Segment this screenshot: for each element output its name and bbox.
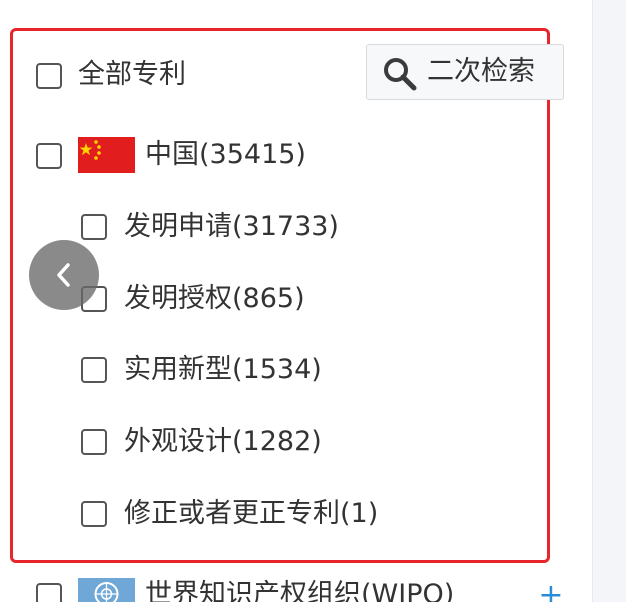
wipo-flag-icon xyxy=(78,578,135,602)
right-gutter xyxy=(592,0,626,602)
patent-filter-panel: 全部专利 二次检索 中国(35415) 发明申请(31733) 发明授权(865… xyxy=(0,0,626,602)
wipo-count-label: 世界知识产权组织(WIPO) xyxy=(145,579,455,602)
type-checkbox-correction[interactable] xyxy=(81,501,107,527)
china-flag-icon xyxy=(78,137,135,173)
all-patents-checkbox[interactable] xyxy=(36,63,62,89)
secondary-search-label: 二次检索 xyxy=(427,56,535,87)
type-label-utility-model: 实用新型(1534) xyxy=(124,354,322,385)
type-checkbox-utility-model[interactable] xyxy=(81,357,107,383)
back-button[interactable] xyxy=(29,240,99,310)
china-count-label: 中国(35415) xyxy=(145,139,306,170)
all-patents-label: 全部专利 xyxy=(78,59,186,90)
china-checkbox[interactable] xyxy=(36,143,62,169)
type-label-design: 外观设计(1282) xyxy=(124,426,322,457)
type-checkbox-invention-application[interactable] xyxy=(81,214,107,240)
type-label-invention-grant: 发明授权(865) xyxy=(124,283,305,314)
plus-icon[interactable]: + xyxy=(538,581,564,602)
search-icon xyxy=(381,55,419,93)
chevron-left-icon xyxy=(57,263,70,287)
type-checkbox-design[interactable] xyxy=(81,429,107,455)
secondary-search-button[interactable]: 二次检索 xyxy=(366,44,564,100)
type-label-invention-application: 发明申请(31733) xyxy=(124,211,339,242)
type-label-correction: 修正或者更正专利(1) xyxy=(124,498,379,529)
wipo-checkbox[interactable] xyxy=(36,583,62,602)
